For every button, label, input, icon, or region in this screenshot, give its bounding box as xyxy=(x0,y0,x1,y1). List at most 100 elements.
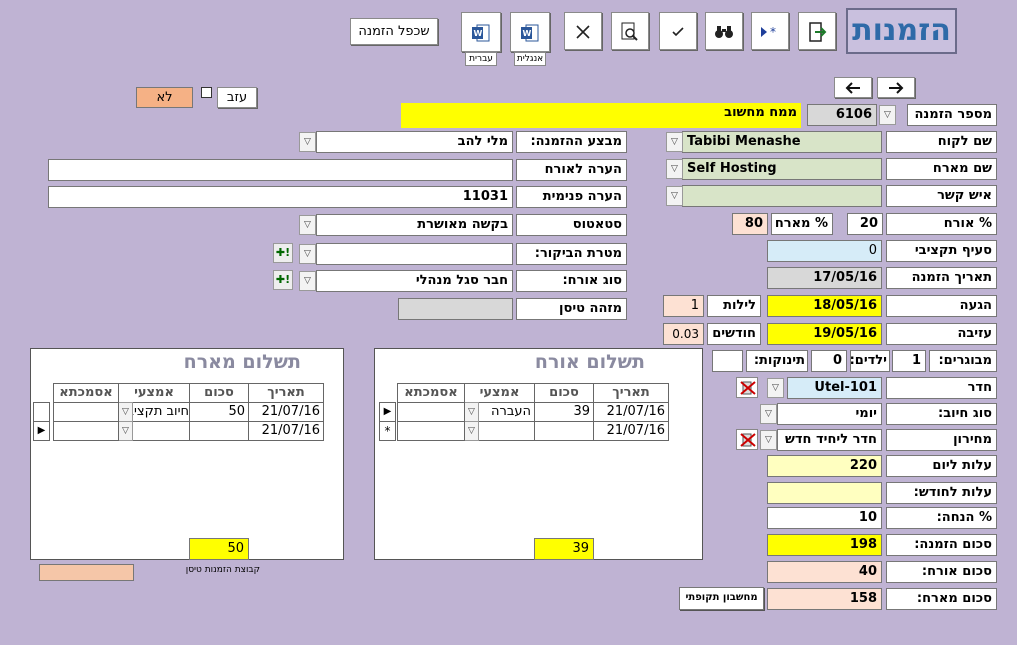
visit-purpose-dropdown[interactable]: ▽ xyxy=(299,244,316,264)
exit-button[interactable] xyxy=(798,12,836,50)
table-cell[interactable]: 50 xyxy=(189,402,249,422)
table-cell[interactable]: 21/07/16 xyxy=(593,402,669,422)
exit-icon xyxy=(809,22,827,42)
discount-label: % הנחה: xyxy=(886,507,997,529)
customer-field[interactable]: Tabibi Menashe xyxy=(682,131,882,153)
executor-dropdown[interactable]: ▽ xyxy=(299,132,316,152)
clear-price-list-button[interactable] xyxy=(736,429,758,450)
nights-field[interactable]: 1 xyxy=(663,295,704,317)
new-record-icon: * xyxy=(761,25,776,39)
daily-cost-field[interactable]: 220 xyxy=(767,455,882,477)
add-guest-type-button[interactable]: ✚! xyxy=(273,270,293,290)
add-visit-purpose-button[interactable]: ✚! xyxy=(273,243,293,263)
budget-field[interactable]: 0 xyxy=(767,240,882,262)
table-cell[interactable] xyxy=(397,402,465,422)
svg-text:*: * xyxy=(770,25,776,39)
new-record-button[interactable]: * xyxy=(751,12,789,50)
monthly-cost-field[interactable] xyxy=(767,482,882,504)
save-button[interactable] xyxy=(659,12,697,50)
charge-type-field[interactable]: יומי xyxy=(777,403,882,425)
contact-dropdown[interactable]: ▽ xyxy=(666,186,683,206)
price-list-dropdown[interactable]: ▽ xyxy=(760,430,777,450)
organizer-label: שם מארח xyxy=(886,158,997,180)
room-dropdown[interactable]: ▽ xyxy=(767,378,784,398)
arrival-field[interactable]: 18/05/16 xyxy=(767,295,882,317)
guest-type-dropdown[interactable]: ▽ xyxy=(299,271,316,291)
prev-record-button[interactable] xyxy=(834,77,872,98)
remove-icon xyxy=(740,381,756,395)
table-cell[interactable] xyxy=(53,421,119,441)
adults-field[interactable]: 1 xyxy=(892,350,926,372)
flight-group-label: קבוצת הזמנות טיסן xyxy=(185,565,260,575)
internal-note-field[interactable]: 11031 xyxy=(48,186,513,208)
organizer-field[interactable]: Self Hosting xyxy=(682,158,882,180)
contact-field[interactable] xyxy=(682,185,882,207)
left-checkbox[interactable] xyxy=(201,87,212,98)
order-number-dropdown[interactable]: ▽ xyxy=(879,105,896,125)
discount-field[interactable]: 10 xyxy=(767,507,882,529)
word-english-button[interactable]: W xyxy=(510,12,550,52)
guest-percent-label: % אורח xyxy=(886,213,997,235)
months-field[interactable]: 0.03 xyxy=(663,323,704,345)
method-dropdown[interactable]: ▽ xyxy=(118,421,133,441)
host-percent-field[interactable]: 80 xyxy=(732,213,768,235)
price-list-field[interactable]: חדר ליחיד חדש xyxy=(777,429,882,451)
table-cell[interactable] xyxy=(397,421,465,441)
word-hebrew-button[interactable]: W xyxy=(461,12,501,52)
children-field[interactable]: 0 xyxy=(811,350,847,372)
method-dropdown[interactable]: ▽ xyxy=(464,421,479,441)
duplicate-order-button[interactable]: שכפל הזמנה xyxy=(350,18,438,45)
method-dropdown[interactable]: ▽ xyxy=(464,402,479,422)
departure-field[interactable]: 19/05/16 xyxy=(767,323,882,345)
flight-id-field[interactable] xyxy=(398,298,513,320)
print-preview-button[interactable] xyxy=(611,12,649,50)
col-amount: סכום xyxy=(189,383,249,403)
col-reference: אסמכתא xyxy=(397,383,465,403)
guest-note-field[interactable] xyxy=(48,159,513,181)
guest-type-field[interactable]: חבר סגל מנהלי xyxy=(316,270,513,292)
new-row-selector[interactable]: * xyxy=(379,421,396,441)
order-date-label: תאריך הזמנה xyxy=(886,267,997,289)
table-cell[interactable] xyxy=(53,402,119,422)
guest-percent-field[interactable]: 20 xyxy=(847,213,883,235)
clear-room-button[interactable] xyxy=(736,377,758,398)
periodic-calculator-button[interactable]: מחשבון תקופתי xyxy=(679,587,764,610)
table-cell[interactable]: 21/07/16 xyxy=(248,421,324,441)
table-cell[interactable]: 39 xyxy=(534,402,594,422)
flight-group-field[interactable] xyxy=(39,564,134,581)
infants-field[interactable] xyxy=(712,350,743,372)
left-button[interactable]: עזב xyxy=(217,87,257,108)
order-date-field[interactable]: 17/05/16 xyxy=(767,267,882,289)
contact-label: איש קשר xyxy=(886,185,997,207)
find-button[interactable] xyxy=(705,12,743,50)
current-row-selector[interactable]: ▶ xyxy=(33,421,50,441)
check-icon xyxy=(672,27,684,37)
guest-total-label: סכום אורח: xyxy=(886,561,997,583)
room-field[interactable]: Utel-101 xyxy=(787,377,882,399)
row-selector[interactable]: ▶ xyxy=(379,402,396,422)
organizer-dropdown[interactable]: ▽ xyxy=(666,159,683,179)
table-cell[interactable]: 21/07/16 xyxy=(248,402,324,422)
order-number-field[interactable]: 6106 xyxy=(807,104,877,126)
order-total-label: סכום הזמנה: xyxy=(886,534,997,556)
next-record-button[interactable] xyxy=(877,77,915,98)
form-title: הזמנות xyxy=(846,8,957,54)
customer-dropdown[interactable]: ▽ xyxy=(666,132,683,152)
status-label: סטאטוס xyxy=(516,214,627,236)
executor-field[interactable]: מלי להב xyxy=(316,131,513,153)
host-payment-title: תשלום מארח xyxy=(183,351,301,373)
method-dropdown[interactable]: ▽ xyxy=(118,402,133,422)
status-dropdown[interactable]: ▽ xyxy=(299,215,316,235)
status-field[interactable]: בקשה מאושרת xyxy=(316,214,513,236)
table-cell[interactable] xyxy=(534,421,594,441)
table-cell[interactable] xyxy=(189,421,249,441)
guest-payment-title: תשלום אורח xyxy=(534,351,645,373)
col-date: תאריך xyxy=(593,383,669,403)
delete-button[interactable] xyxy=(564,12,602,50)
arrow-right-icon xyxy=(889,82,904,94)
row-selector[interactable] xyxy=(33,402,50,422)
visit-purpose-field[interactable] xyxy=(316,243,513,265)
charge-type-dropdown[interactable]: ▽ xyxy=(760,404,777,424)
table-cell[interactable]: 21/07/16 xyxy=(593,421,669,441)
host-total-label: סכום מארח: xyxy=(886,588,997,610)
